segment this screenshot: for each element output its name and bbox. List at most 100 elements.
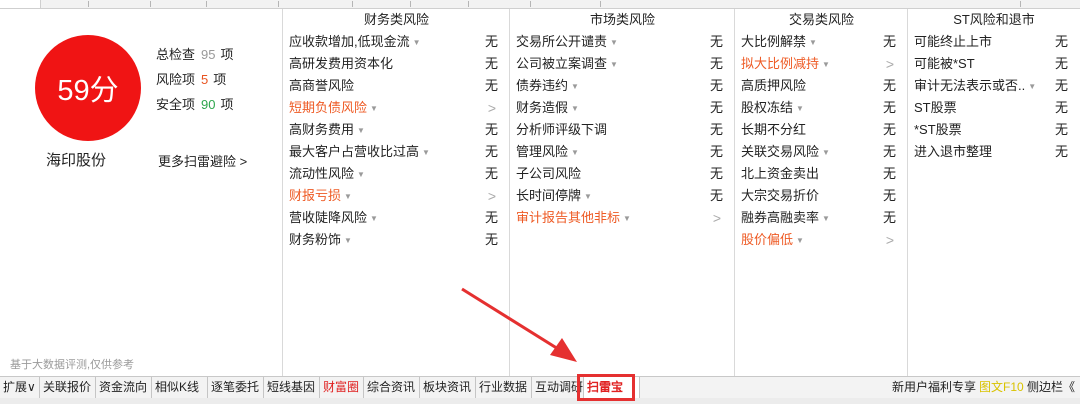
dropdown-caret-icon[interactable]: ▼ [822,60,830,69]
risk-item[interactable]: 分析师评级下调 无 [510,119,735,141]
risk-item[interactable]: 营收陡降风险 ▼ 无 [283,207,510,229]
dropdown-caret-icon[interactable]: ▼ [344,236,352,245]
risk-column-2: 市场类风险交易所公开谴责 ▼ 无公司被立案调查 ▼ 无债券违约 ▼ 无财务造假 ▼ 无分析师评级… [509,9,735,376]
risk-item[interactable]: 财务粉饰 ▼ 无 [283,229,510,251]
risk-item[interactable]: 可能被*ST 无 [908,53,1080,75]
risk-item[interactable]: 财务造假 ▼ 无 [510,97,735,119]
bottom-tab[interactable]: 短线基因 [264,377,320,398]
dropdown-caret-icon[interactable]: ▼ [809,38,817,47]
score-circle: 59分 [35,35,141,141]
risk-item-label: ST股票 [914,100,957,115]
risk-item-value: 无 [484,56,498,71]
risk-item[interactable]: 债券违约 ▼ 无 [510,75,735,97]
risk-item[interactable]: 公司被立案调查 ▼ 无 [510,53,735,75]
dropdown-caret-icon[interactable]: ▼ [370,214,378,223]
bottom-tab[interactable]: 关联报价 [40,377,96,398]
dropdown-caret-icon[interactable]: ▼ [357,170,365,179]
bottom-tab[interactable]: 扩展∨ [0,377,40,398]
risk-item-label: 财务造假 [516,100,569,115]
dropdown-caret-icon[interactable]: ▼ [413,38,421,47]
risk-item[interactable]: 北上资金卖出 无 [735,163,908,185]
risk-item[interactable]: 股价偏低 ▼ > [735,229,908,251]
bottom-tab[interactable]: 板块资讯 [420,377,476,398]
risk-item[interactable]: 长时间停牌 ▼ 无 [510,185,735,207]
dropdown-caret-icon[interactable]: ▼ [571,148,579,157]
dropdown-caret-icon[interactable]: ▼ [822,148,830,157]
risk-item-value: 无 [882,144,896,159]
bottom-tab[interactable]: 资金流向 [96,377,152,398]
expand-chevron-icon[interactable]: > [713,207,721,229]
risk-item-label: 高商誉风险 [289,78,355,93]
risk-item-label: 审计无法表示或否.. [914,78,1026,93]
stat-label: 安全项 [156,97,196,112]
risk-column-1: 财务类风险 应收款增加,低现金流 ▼ 无高研发费用资本化无高商誉风险无短期负债风险 ▼ >… [282,9,510,376]
risk-item[interactable]: 融券高融卖率 ▼ 无 [735,207,908,229]
expand-chevron-icon[interactable]: > [886,229,894,251]
risk-item[interactable]: *ST股票 无 [908,119,1080,141]
risk-item[interactable]: 最大客户占营收比过高 ▼ 无 [283,141,510,163]
risk-item[interactable]: ST股票 无 [908,97,1080,119]
risk-item[interactable]: 财报亏损 ▼ > [283,185,510,207]
stat-value: 5 [201,72,209,87]
risk-item[interactable]: 进入退市整理 无 [908,141,1080,163]
risk-item[interactable]: 高财务费用 ▼ 无 [283,119,510,141]
expand-chevron-icon[interactable]: > [886,53,894,75]
sidebar-toggle[interactable]: 侧边栏《 [1027,377,1075,398]
stat-label: 风险项 [156,72,196,87]
bottom-tab[interactable]: 行业数据 [476,377,532,398]
column-title: 市场类风险 [589,12,655,27]
risk-item[interactable]: 管理风险 ▼ 无 [510,141,735,163]
risk-item-value: 无 [882,100,896,115]
dropdown-caret-icon[interactable]: ▼ [610,60,618,69]
risk-item-label: 长期不分红 [741,122,807,137]
risk-item[interactable]: 股权冻结 ▼ 无 [735,97,908,119]
risk-item[interactable]: 长期不分红 无 [735,119,908,141]
dropdown-caret-icon[interactable]: ▼ [1028,82,1036,91]
more-scan-link[interactable]: 更多扫雷避险 > [158,151,247,170]
expand-chevron-icon[interactable]: > [488,97,496,119]
risk-item[interactable]: 大比例解禁 ▼ 无 [735,31,908,53]
risk-item[interactable]: 审计无法表示或否.. ▼ 无 [908,75,1080,97]
risk-item[interactable]: 审计报告其他非标 ▼ > [510,207,735,229]
risk-item[interactable]: 高商誉风险 无 [283,75,510,97]
bottom-tab[interactable]: 财富圈 [320,377,364,398]
risk-item[interactable]: 短期负债风险 ▼ > [283,97,510,119]
dropdown-caret-icon[interactable]: ▼ [623,214,631,223]
risk-item[interactable]: 交易所公开谴责 ▼ 无 [510,31,735,53]
f10-link[interactable]: 图文F10 [979,377,1024,398]
dropdown-caret-icon[interactable]: ▼ [422,148,430,157]
risk-item[interactable]: 关联交易风险 ▼ 无 [735,141,908,163]
risk-list: 大比例解禁 ▼ 无拟大比例减持 ▼ > 高质押风险无股权冻结 ▼ 无长期不分红无关联交易风险 ▼… [735,31,908,251]
risk-item-value: 无 [882,188,896,203]
top-divider [468,1,469,7]
bottom-tab[interactable]: 相似K线 [152,377,208,398]
risk-item-value: 无 [882,166,896,181]
risk-item-label: 财报亏损 [289,188,342,203]
risk-item[interactable]: 应收款增加,低现金流 ▼ 无 [283,31,510,53]
risk-item[interactable]: 拟大比例减持 ▼ > [735,53,908,75]
dropdown-caret-icon[interactable]: ▼ [822,214,830,223]
bottom-tab[interactable]: 综合资讯 [364,377,420,398]
top-tab-selected[interactable] [0,0,41,8]
dropdown-caret-icon[interactable]: ▼ [584,192,592,201]
dropdown-caret-icon[interactable]: ▼ [571,82,579,91]
risk-item[interactable]: 流动性风险 ▼ 无 [283,163,510,185]
top-divider [410,1,411,7]
dropdown-caret-icon[interactable]: ▼ [370,104,378,113]
dropdown-caret-icon[interactable]: ▼ [571,104,579,113]
expand-chevron-icon[interactable]: > [488,185,496,207]
risk-item[interactable]: 高研发费用资本化 无 [283,53,510,75]
dropdown-caret-icon[interactable]: ▼ [796,104,804,113]
stat-value: 95 [201,47,216,62]
dropdown-caret-icon[interactable]: ▼ [357,126,365,135]
bottom-tab[interactable]: 逐笔委托 [208,377,264,398]
dropdown-caret-icon[interactable]: ▼ [796,236,804,245]
dropdown-caret-icon[interactable]: ▼ [344,192,352,201]
risk-item[interactable]: 高质押风险 无 [735,75,908,97]
risk-item[interactable]: 大宗交易折价 无 [735,185,908,207]
risk-item-label: 财务粉饰 [289,232,342,247]
risk-item[interactable]: 可能终止上市 无 [908,31,1080,53]
new-user-benefits-link[interactable]: 新用户福利专享 [892,377,976,398]
dropdown-caret-icon[interactable]: ▼ [610,38,618,47]
risk-item[interactable]: 子公司风险 无 [510,163,735,185]
